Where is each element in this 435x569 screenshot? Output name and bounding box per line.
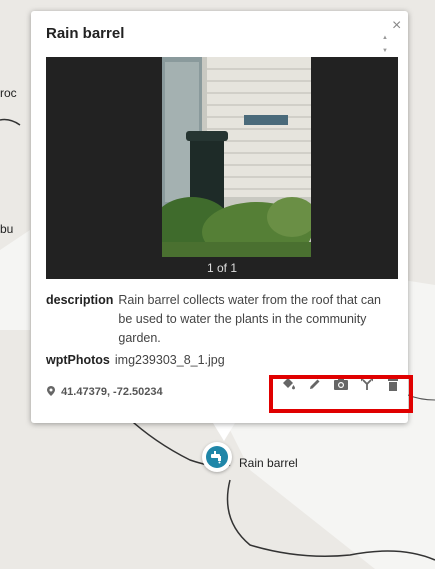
highlight-box [269, 375, 413, 413]
popup-title: Rain barrel [46, 25, 125, 42]
attribute-key: description [46, 293, 114, 307]
coordinates: 41.47379, -72.50234 [47, 386, 163, 398]
attribute-value: img239303_8_1.jpg [114, 353, 225, 367]
marker-label: Rain barrel [239, 456, 298, 470]
photo-viewer[interactable]: 1 of 1 [46, 57, 398, 279]
map-region [0, 230, 30, 330]
photo-image [162, 57, 311, 257]
attribute-value: Rain barrel collects water from the roof… [118, 293, 381, 345]
scroll-down-icon[interactable]: ▼ [382, 48, 388, 54]
feature-popup: Rain barrel × ▲ ▼ 1 of 1 description Rai… [31, 11, 413, 423]
scroll-up-icon[interactable]: ▲ [382, 35, 388, 41]
attribute-key: wptPhotos [46, 353, 110, 367]
attribute-row: wptPhotos img239303_8_1.jpg [46, 351, 396, 370]
map-label-partial: bu [0, 222, 14, 236]
attribute-row: description Rain barrel collects water f… [46, 291, 396, 348]
map-label-partial: roc [0, 86, 17, 100]
close-icon[interactable]: × [392, 18, 401, 34]
faucet-icon [206, 446, 228, 468]
attribute-list: description Rain barrel collects water f… [46, 291, 396, 370]
location-pin-icon [47, 386, 61, 398]
map-marker[interactable] [202, 442, 232, 472]
photo-counter: 1 of 1 [206, 261, 238, 275]
popup-pointer [213, 423, 235, 441]
coordinates-text: 41.47379, -72.50234 [61, 386, 163, 398]
map-path-line [0, 118, 21, 126]
